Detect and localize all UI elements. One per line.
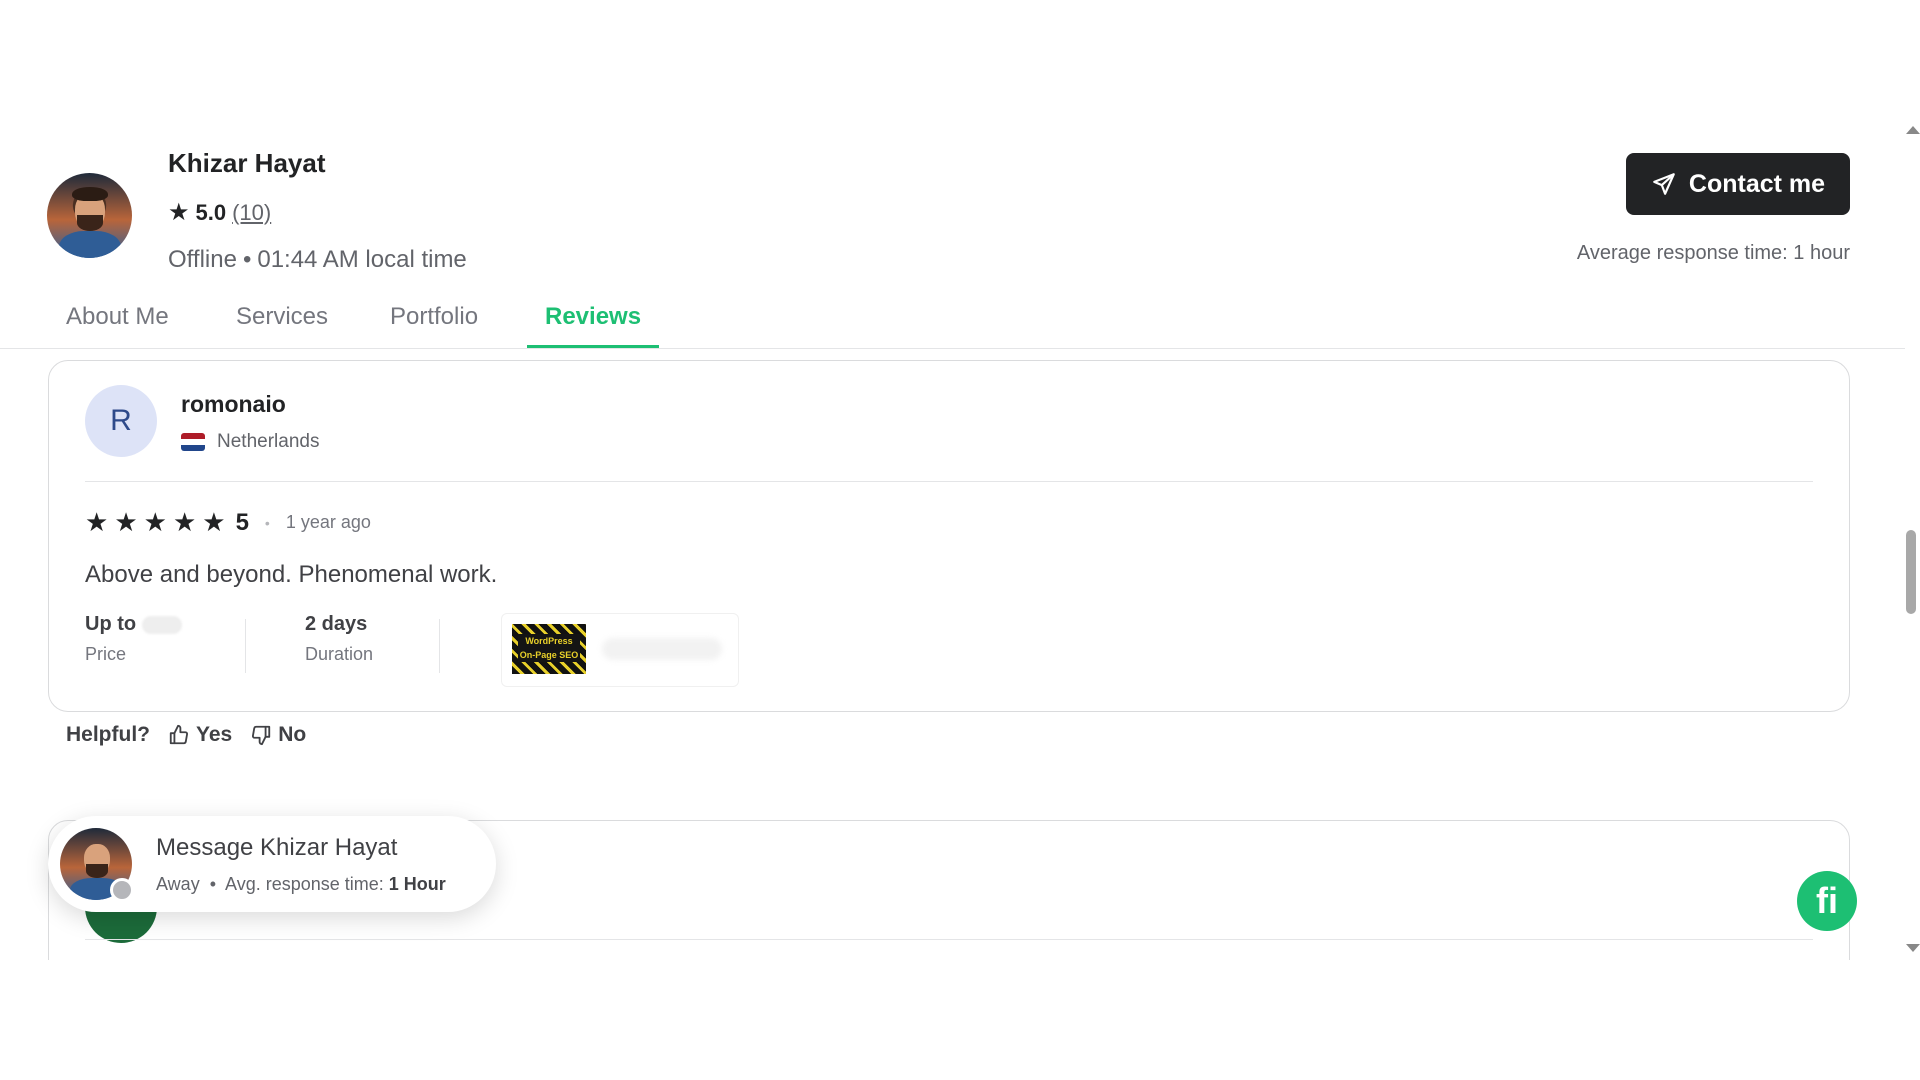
netherlands-flag-icon <box>181 433 205 451</box>
seller-avatar[interactable] <box>47 173 132 258</box>
tab-portfolio[interactable]: Portfolio <box>390 288 478 345</box>
scrollbar-thumb[interactable] <box>1906 530 1916 614</box>
price-caption: Price <box>85 644 127 664</box>
scroll-down-arrow-icon[interactable] <box>1906 944 1920 952</box>
tab-services[interactable]: Services <box>236 288 328 345</box>
review-time-ago: 1 year ago <box>285 512 371 532</box>
review-card: R romonaio Netherlands ★ ★ ★ ★ ★ 5 • 1 y… <box>48 360 1850 712</box>
reviewer-country: Netherlands <box>181 431 319 453</box>
reviewer-avatar: R <box>85 385 157 457</box>
star-icon: ★ <box>143 507 167 537</box>
seller-rating: ★ 5.0 (10) <box>168 198 271 227</box>
star-icon: ★ <box>114 507 138 537</box>
price-info: Up to Price <box>85 613 183 665</box>
country-name: Netherlands <box>217 431 320 452</box>
review-count-link[interactable]: (10) <box>232 200 271 226</box>
scroll-up-arrow-icon[interactable] <box>1906 126 1920 134</box>
send-icon <box>1653 173 1675 195</box>
helpful-yes-button[interactable]: Yes <box>168 723 232 747</box>
vertical-scrollbar[interactable] <box>1902 118 1920 960</box>
divider <box>85 939 1813 940</box>
message-title: Message Khizar Hayat <box>156 834 398 861</box>
contact-me-label: Contact me <box>1688 169 1826 198</box>
page-viewport: Khizar Hayat ★ 5.0 (10) Offline • 01:44 AM… <box>0 118 1920 960</box>
gig-title-blurred <box>602 638 722 660</box>
seller-name: Khizar Hayat <box>168 148 326 178</box>
duration-info: 2 days Duration <box>305 613 373 665</box>
thumbs-down-icon <box>252 725 271 746</box>
duration-caption: Duration <box>305 644 374 664</box>
avg-response-label: Avg. response time: <box>225 874 384 894</box>
divider <box>85 481 1813 482</box>
message-seller-bubble[interactable]: Message Khizar Hayat Away • Avg. respons… <box>48 816 496 912</box>
local-time: 01:44 AM local time <box>257 246 467 273</box>
average-response-time: Average response time: 1 hour <box>1576 242 1850 264</box>
thumbs-up-icon <box>169 724 189 745</box>
seller-status: Offline • 01:44 AM local time <box>168 246 467 273</box>
star-icon: ★ <box>168 199 190 226</box>
fiverr-logo-icon[interactable]: fi <box>1797 871 1857 931</box>
divider <box>245 619 246 673</box>
star-icon: ★ <box>202 507 226 537</box>
avg-response-value: 1 Hour <box>388 874 446 894</box>
separator-dot: • <box>264 514 270 531</box>
online-status: Offline <box>168 246 237 273</box>
contact-me-button[interactable]: Contact me <box>1626 153 1850 215</box>
star-icon: ★ <box>172 507 197 537</box>
price-blurred-value <box>142 615 183 634</box>
divider <box>439 619 440 673</box>
star-icon: ★ <box>85 507 109 537</box>
helpful-label: Helpful? <box>66 723 150 746</box>
profile-tabs: About Me Services Portfolio Reviews <box>0 288 1905 349</box>
rating-value: 5 <box>235 508 249 536</box>
review-rating: ★ ★ ★ ★ ★ 5 • 1 year ago <box>85 507 371 538</box>
helpful-feedback: Helpful? Yes No <box>66 723 306 747</box>
tab-about-me[interactable]: About Me <box>66 288 169 345</box>
duration-value: 2 days <box>305 613 368 635</box>
price-label: Up to <box>85 613 137 635</box>
away-status-dot <box>110 878 134 902</box>
tab-reviews[interactable]: Reviews <box>527 288 660 348</box>
rating-score: 5.0 <box>195 199 227 225</box>
reviewer-username: romonaio <box>181 391 286 417</box>
gig-image-text: WordPress On-Page SEO <box>518 634 580 662</box>
gig-thumbnail[interactable]: WordPress On-Page SEO <box>501 613 739 687</box>
helpful-no-button[interactable]: No <box>250 723 306 747</box>
helpful-no-label: No <box>278 723 307 746</box>
away-status: Away <box>156 874 200 894</box>
helpful-yes-label: Yes <box>196 723 233 746</box>
gig-image: WordPress On-Page SEO <box>512 624 586 674</box>
review-text: Above and beyond. Phenomenal work. <box>85 561 498 588</box>
message-subtitle: Away • Avg. response time: 1 Hour <box>156 874 446 894</box>
